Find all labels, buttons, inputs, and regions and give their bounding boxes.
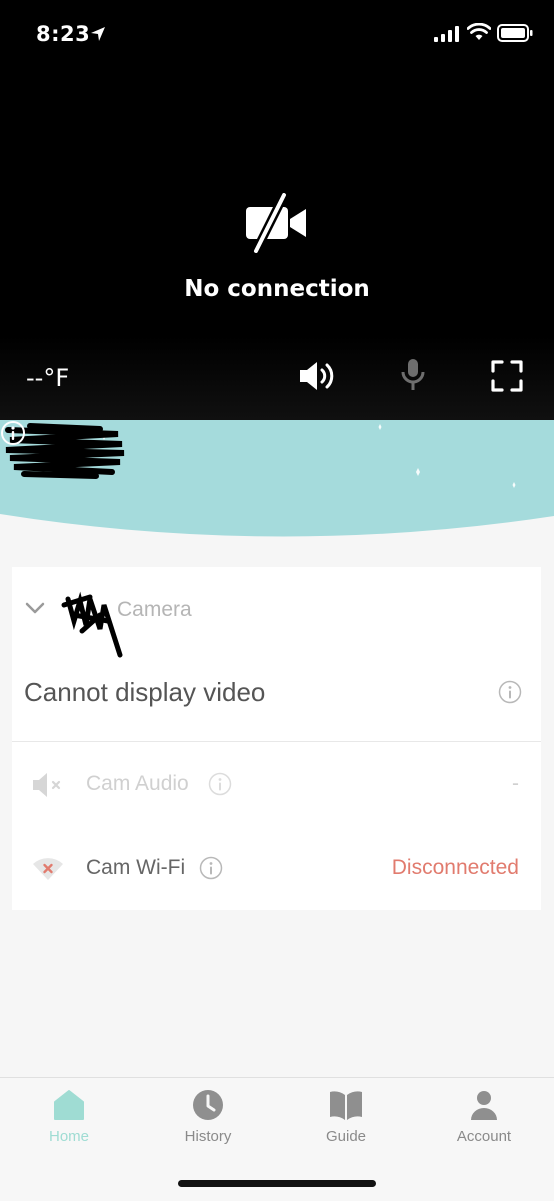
camera-label: Camera: [117, 598, 192, 621]
wifi-icon: [467, 23, 491, 40]
video-player[interactable]: 8:23 No connection --°F: [0, 0, 554, 420]
status-bar: 8:23: [0, 0, 554, 66]
tab-history[interactable]: History: [139, 1088, 277, 1158]
tab-history-label: History: [184, 1128, 232, 1145]
cam-audio-row[interactable]: Cam Audio -: [12, 760, 541, 810]
speaker-icon[interactable]: [298, 360, 338, 392]
cam-audio-label: Cam Audio: [86, 772, 189, 795]
device-banner: [0, 420, 554, 540]
cellular-signal-icon: [434, 26, 459, 42]
video-off-icon: [246, 193, 306, 253]
info-icon[interactable]: [498, 680, 522, 704]
cam-wifi-value: Disconnected: [391, 856, 519, 879]
no-connection-message: No connection: [184, 276, 370, 302]
status-time: 8:23: [36, 22, 91, 46]
cam-wifi-row[interactable]: Cam Wi-Fi Disconnected: [12, 844, 541, 894]
speaker-muted-icon: [33, 773, 61, 797]
cam-audio-value: -: [512, 772, 519, 795]
tab-account[interactable]: Account: [415, 1088, 553, 1158]
location-arrow-icon: [91, 27, 105, 41]
tab-guide-label: Guide: [325, 1128, 367, 1145]
fullscreen-icon[interactable]: [491, 360, 523, 392]
info-icon[interactable]: [0, 420, 26, 446]
user-icon: [471, 1091, 497, 1120]
chevron-down-icon[interactable]: [25, 602, 45, 614]
home-indicator: [178, 1180, 376, 1187]
book-icon: [330, 1091, 362, 1120]
cam-wifi-label: Cam Wi-Fi: [86, 856, 186, 879]
temperature-readout: --°F: [26, 364, 70, 392]
camera-status-text: Cannot display video: [24, 677, 266, 707]
tab-account-label: Account: [456, 1128, 512, 1145]
tab-home[interactable]: Home: [0, 1088, 138, 1158]
divider: [12, 741, 541, 742]
redaction-mark: [61, 591, 123, 658]
battery-icon: [497, 24, 533, 42]
clock-icon: [193, 1090, 223, 1120]
home-icon: [54, 1090, 84, 1120]
tab-home-label: Home: [48, 1128, 89, 1145]
info-icon[interactable]: [199, 856, 223, 880]
microphone-icon[interactable]: [400, 358, 426, 392]
info-icon[interactable]: [208, 772, 232, 796]
wifi-disconnected-icon: [33, 858, 63, 880]
camera-card: Camera Cannot display video Cam Audio - …: [12, 567, 541, 910]
video-controls: --°F: [0, 336, 554, 420]
tab-guide[interactable]: Guide: [277, 1088, 415, 1158]
